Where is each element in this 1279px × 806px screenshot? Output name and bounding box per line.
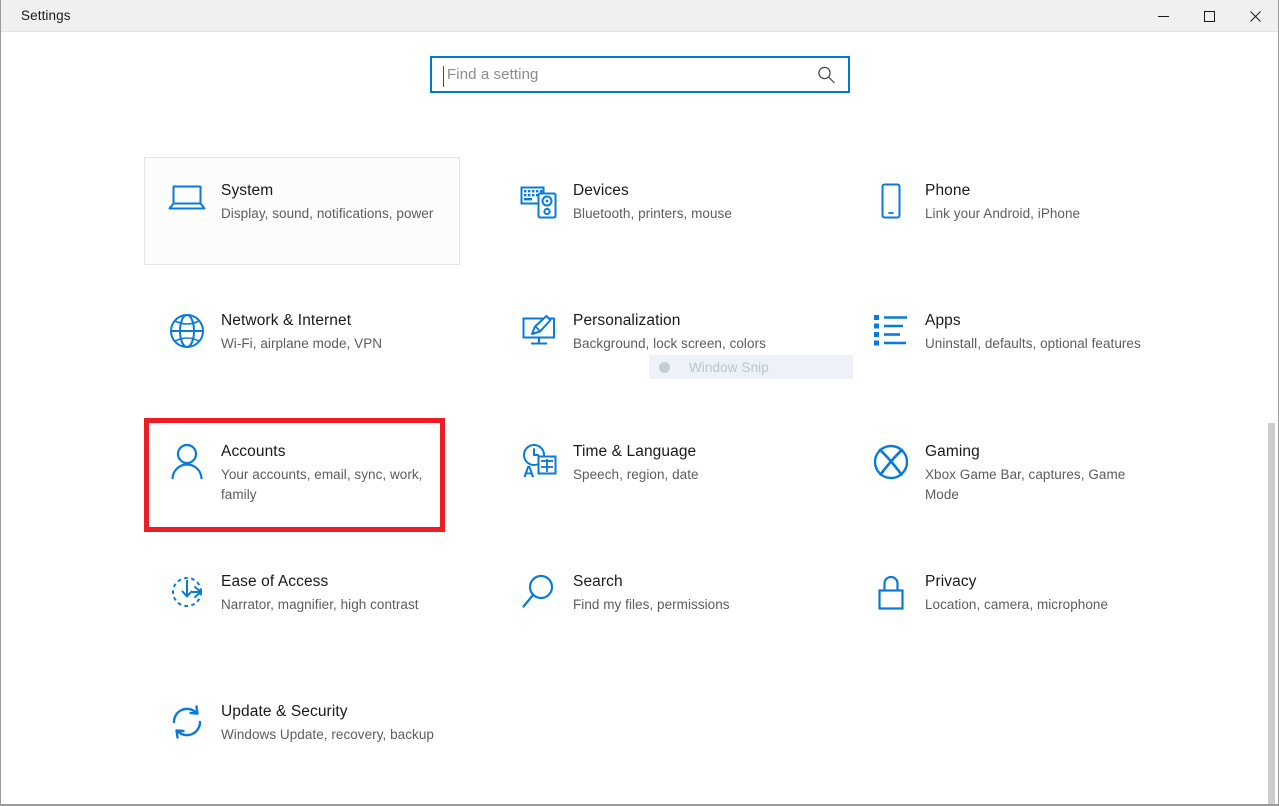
tile-description: Your accounts, email, sync, work, family bbox=[221, 465, 447, 505]
settings-tile-ease-of-access[interactable]: Ease of Access Narrator, magnifier, high… bbox=[144, 548, 460, 656]
tile-description: Bluetooth, printers, mouse bbox=[573, 204, 732, 224]
time-language-icon: A bbox=[513, 441, 565, 481]
globe-icon bbox=[161, 310, 213, 350]
settings-window: Settings Find a setti bbox=[0, 0, 1279, 806]
apps-list-icon bbox=[865, 310, 917, 346]
tile-description: Speech, region, date bbox=[573, 465, 699, 485]
settings-tile-network-internet[interactable]: Network & Internet Wi-Fi, airplane mode,… bbox=[144, 287, 460, 395]
tile-title: Gaming bbox=[925, 441, 1151, 462]
tile-description: Xbox Game Bar, captures, Game Mode bbox=[925, 465, 1151, 505]
tile-description: Uninstall, defaults, optional features bbox=[925, 334, 1141, 354]
settings-tile-apps[interactable]: Apps Uninstall, defaults, optional featu… bbox=[848, 287, 1164, 395]
search-input[interactable]: Find a setting bbox=[430, 56, 850, 93]
laptop-icon bbox=[161, 180, 213, 214]
lock-icon bbox=[865, 571, 917, 613]
tile-text: Network & Internet Wi-Fi, airplane mode,… bbox=[213, 310, 382, 354]
tile-description: Wi-Fi, airplane mode, VPN bbox=[221, 334, 382, 354]
tile-text: Devices Bluetooth, printers, mouse bbox=[565, 180, 732, 224]
tile-text: Personalization Background, lock screen,… bbox=[565, 310, 766, 354]
search-placeholder: Find a setting bbox=[447, 66, 538, 83]
record-dot-icon bbox=[659, 362, 670, 373]
tile-title: System bbox=[221, 180, 433, 201]
tile-text: Apps Uninstall, defaults, optional featu… bbox=[917, 310, 1141, 354]
settings-tile-phone[interactable]: Phone Link your Android, iPhone bbox=[848, 157, 1164, 265]
maximize-icon bbox=[1204, 11, 1215, 22]
tile-title: Network & Internet bbox=[221, 310, 382, 331]
tile-text: Accounts Your accounts, email, sync, wor… bbox=[213, 441, 447, 505]
tile-text: System Display, sound, notifications, po… bbox=[213, 180, 433, 224]
window-bottom-edge bbox=[1, 804, 1278, 805]
xbox-icon bbox=[865, 441, 917, 481]
tile-description: Location, camera, microphone bbox=[925, 595, 1108, 615]
tile-title: Privacy bbox=[925, 571, 1108, 592]
maximize-button[interactable] bbox=[1186, 0, 1232, 32]
tile-description: Display, sound, notifications, power bbox=[221, 204, 433, 224]
window-controls bbox=[1140, 0, 1278, 32]
window-snip-overlay[interactable]: Window Snip bbox=[649, 355, 853, 379]
search-container: Find a setting bbox=[430, 56, 850, 93]
tile-title: Ease of Access bbox=[221, 571, 419, 592]
tile-text: Phone Link your Android, iPhone bbox=[917, 180, 1080, 224]
tile-title: Devices bbox=[573, 180, 732, 201]
tile-title: Update & Security bbox=[221, 701, 434, 722]
minimize-button[interactable] bbox=[1140, 0, 1186, 32]
search-icon[interactable] bbox=[817, 65, 836, 84]
tile-title: Time & Language bbox=[573, 441, 699, 462]
magnifier-icon bbox=[513, 571, 565, 611]
settings-tile-system[interactable]: System Display, sound, notifications, po… bbox=[144, 157, 460, 265]
tile-text: Update & Security Windows Update, recove… bbox=[213, 701, 434, 745]
close-button[interactable] bbox=[1232, 0, 1278, 32]
settings-tile-privacy[interactable]: Privacy Location, camera, microphone bbox=[848, 548, 1164, 656]
tile-text: Ease of Access Narrator, magnifier, high… bbox=[213, 571, 419, 615]
tile-description: Windows Update, recovery, backup bbox=[221, 725, 434, 745]
phone-icon bbox=[865, 180, 917, 222]
tile-description: Find my files, permissions bbox=[573, 595, 730, 615]
window-title: Settings bbox=[21, 8, 71, 23]
tile-text: Gaming Xbox Game Bar, captures, Game Mod… bbox=[917, 441, 1151, 505]
devices-icon bbox=[513, 180, 565, 220]
tile-description: Narrator, magnifier, high contrast bbox=[221, 595, 419, 615]
tile-text: Search Find my files, permissions bbox=[565, 571, 730, 615]
tile-description: Background, lock screen, colors bbox=[573, 334, 766, 354]
personalization-icon bbox=[513, 310, 565, 350]
tile-text: Privacy Location, camera, microphone bbox=[917, 571, 1108, 615]
tile-title: Personalization bbox=[573, 310, 766, 331]
tile-description: Link your Android, iPhone bbox=[925, 204, 1080, 224]
settings-tile-search[interactable]: Search Find my files, permissions bbox=[496, 548, 812, 656]
ease-of-access-icon bbox=[161, 571, 213, 611]
svg-text:A: A bbox=[523, 464, 535, 481]
settings-tile-accounts[interactable]: Accounts Your accounts, email, sync, wor… bbox=[144, 418, 460, 526]
title-bar: Settings bbox=[1, 0, 1278, 32]
tile-title: Apps bbox=[925, 310, 1141, 331]
tile-title: Search bbox=[573, 571, 730, 592]
close-icon bbox=[1250, 11, 1261, 22]
text-caret bbox=[443, 66, 444, 87]
tile-text: Time & Language Speech, region, date bbox=[565, 441, 699, 485]
refresh-icon bbox=[161, 701, 213, 741]
scrollbar-thumb[interactable] bbox=[1268, 423, 1275, 806]
settings-tile-update-security[interactable]: Update & Security Windows Update, recove… bbox=[144, 678, 460, 786]
minimize-icon bbox=[1158, 11, 1169, 22]
tile-title: Accounts bbox=[221, 441, 447, 462]
window-snip-label: Window Snip bbox=[689, 360, 769, 375]
settings-tile-devices[interactable]: Devices Bluetooth, printers, mouse bbox=[496, 157, 812, 265]
settings-tile-time-language[interactable]: A Time & Language Speech, region, date bbox=[496, 418, 812, 526]
scrollbar-track[interactable] bbox=[1266, 150, 1277, 805]
person-icon bbox=[161, 441, 213, 481]
tile-title: Phone bbox=[925, 180, 1080, 201]
settings-tile-gaming[interactable]: Gaming Xbox Game Bar, captures, Game Mod… bbox=[848, 418, 1164, 526]
